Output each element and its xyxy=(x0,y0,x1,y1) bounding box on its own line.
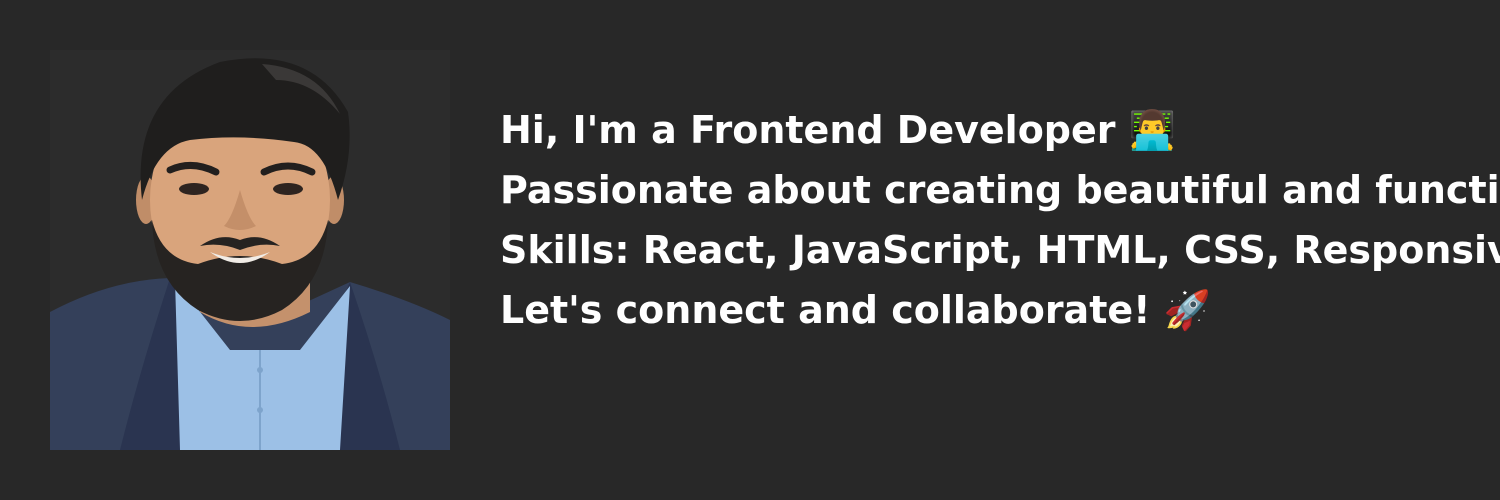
intro-line-passion: Passionate about creating beautiful and … xyxy=(500,168,1500,212)
profile-photo xyxy=(50,50,450,450)
intro-text: Hi, I'm a Frontend Developer 👨‍💻 Passion… xyxy=(500,100,1500,340)
intro-line-skills: Skills: React, JavaScript, HTML, CSS, Re… xyxy=(500,228,1500,272)
portrait-illustration xyxy=(50,50,450,450)
intro-line-connect: Let's connect and collaborate! 🚀 xyxy=(500,288,1212,332)
profile-banner: Hi, I'm a Frontend Developer 👨‍💻 Passion… xyxy=(0,0,1500,500)
intro-line-headline: Hi, I'm a Frontend Developer 👨‍💻 xyxy=(500,108,1177,152)
